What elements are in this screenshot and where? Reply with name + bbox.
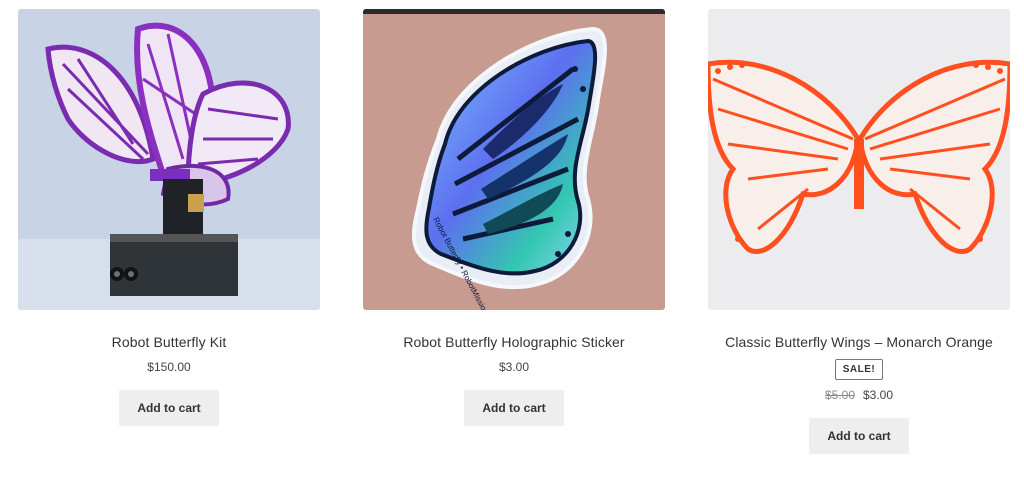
- product-grid: Robot Butterfly Kit $150.00 Add to cart: [0, 0, 1024, 477]
- product-image[interactable]: Robot Butterfly • RobotMissions.org • Ro…: [363, 9, 665, 310]
- monarch-orange-wings-photo: [708, 9, 1010, 310]
- product-image[interactable]: [708, 9, 1010, 310]
- product-title[interactable]: Robot Butterfly Kit: [18, 332, 320, 352]
- add-to-cart-button[interactable]: Add to cart: [119, 390, 219, 426]
- holographic-sticker-photo: Robot Butterfly • RobotMissions.org • Ro…: [363, 9, 665, 310]
- product-title[interactable]: Classic Butterfly Wings – Monarch Orange: [708, 332, 1010, 352]
- product-card: Robot Butterfly • RobotMissions.org • Ro…: [363, 9, 665, 426]
- sale-badge: SALE!: [834, 359, 884, 380]
- product-price: $5.00 $3.00: [708, 387, 1010, 403]
- product-card: Robot Butterfly Kit $150.00 Add to cart: [18, 9, 320, 426]
- add-to-cart-button[interactable]: Add to cart: [464, 390, 564, 426]
- robot-butterfly-kit-photo: [18, 9, 320, 310]
- product-image[interactable]: [18, 9, 320, 310]
- product-title[interactable]: Robot Butterfly Holographic Sticker: [363, 332, 665, 352]
- original-price: $5.00: [824, 388, 855, 402]
- product-price: $3.00: [498, 360, 530, 374]
- sale-price: $3.00: [863, 388, 894, 402]
- add-to-cart-button[interactable]: Add to cart: [809, 418, 909, 454]
- product-card: Classic Butterfly Wings – Monarch Orange…: [708, 9, 1010, 454]
- product-price: $150.00: [147, 360, 191, 374]
